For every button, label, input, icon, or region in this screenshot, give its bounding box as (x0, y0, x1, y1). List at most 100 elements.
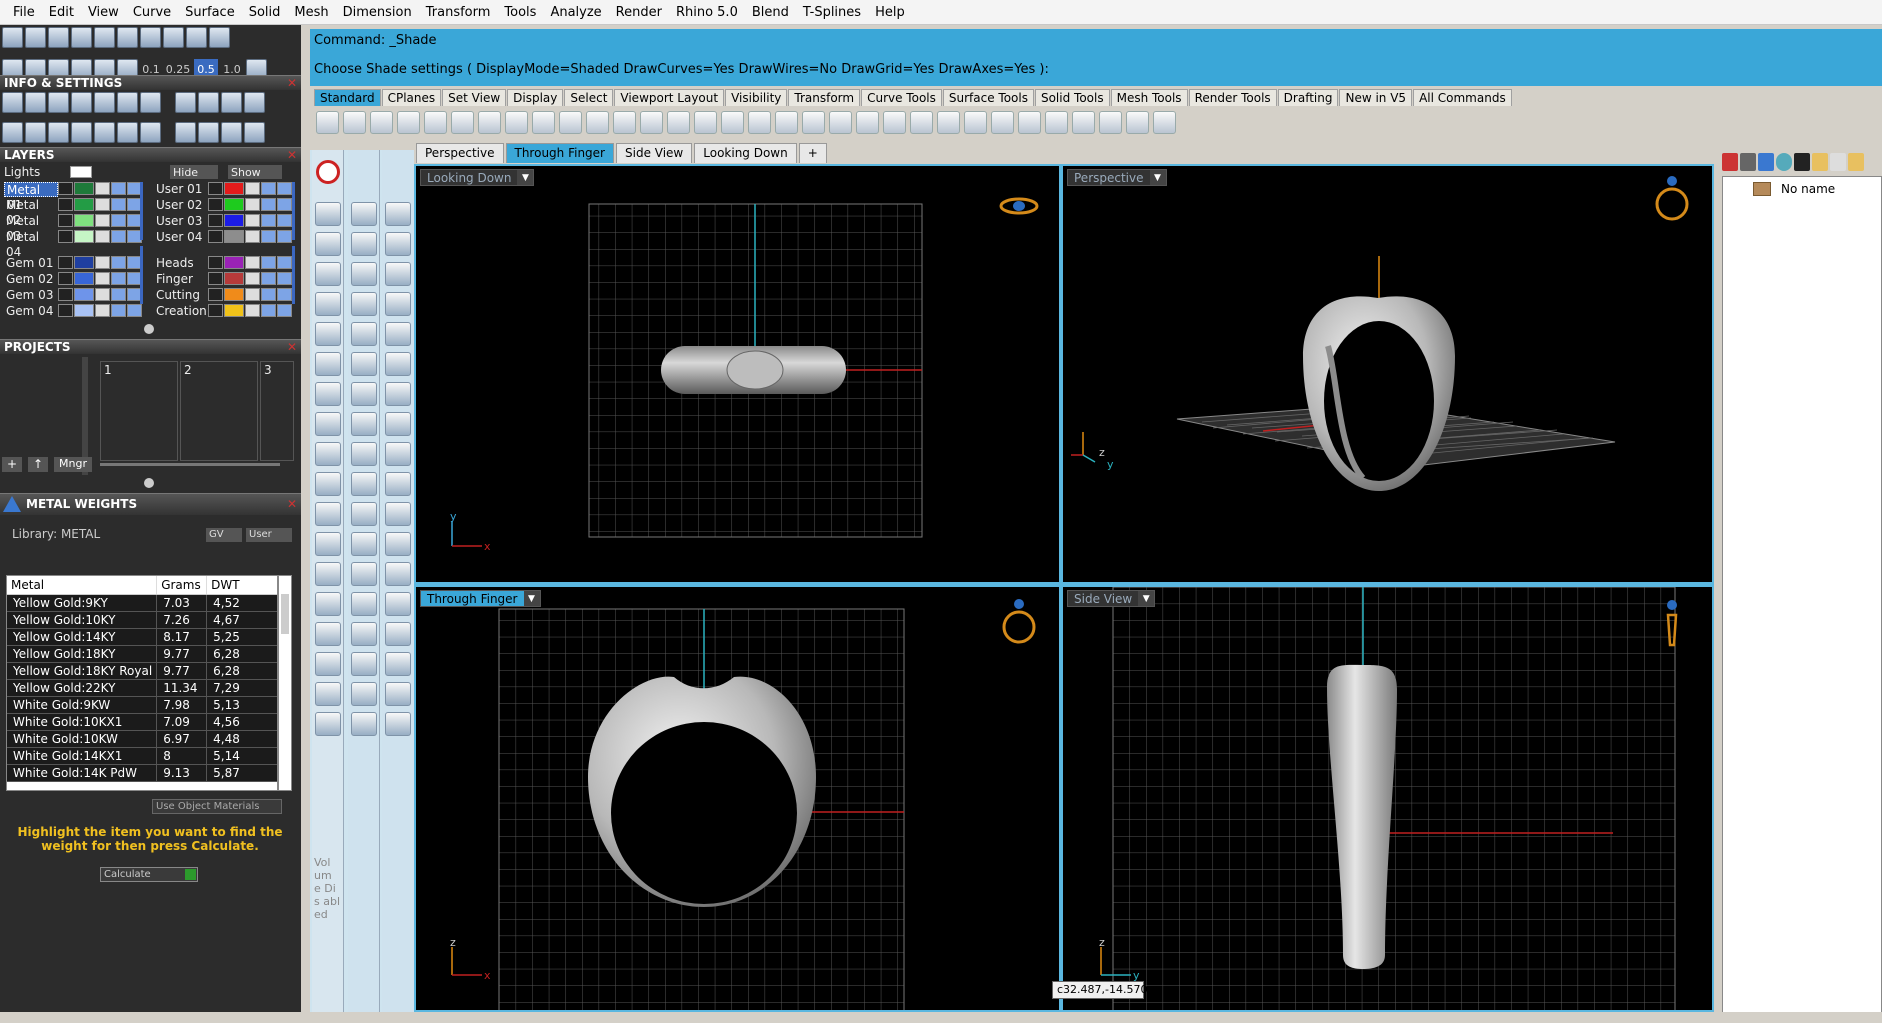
layer-color-swatch[interactable] (74, 288, 94, 301)
table-row[interactable]: Yellow Gold:14KY 8.17 5,25 (7, 628, 277, 646)
toolbar-tab-standard[interactable]: Standard (314, 89, 381, 106)
menu-view[interactable]: View (81, 5, 126, 20)
visibility-icon[interactable] (111, 272, 126, 285)
sweep-icon[interactable] (385, 442, 411, 466)
cube-icon[interactable] (140, 92, 161, 113)
document-icon[interactable] (94, 92, 115, 113)
panel-splitter[interactable] (301, 25, 310, 1023)
polygon-icon[interactable] (385, 262, 411, 286)
plane-icon[interactable] (71, 27, 92, 48)
print-icon[interactable] (397, 110, 420, 134)
expand-arrow-icon[interactable] (208, 256, 223, 269)
toolbar-tab-viewport-layout[interactable]: Viewport Layout (614, 89, 725, 106)
visibility-icon[interactable] (261, 182, 276, 195)
project-slot-1[interactable]: 1 (100, 361, 178, 461)
menu-tsplines[interactable]: T-Splines (796, 5, 868, 20)
scrollbar-thumb[interactable] (281, 594, 289, 634)
calculator-icon[interactable] (140, 122, 161, 143)
export-icon[interactable] (244, 92, 265, 113)
layer-row-heads[interactable]: Heads (152, 256, 302, 271)
orient-icon[interactable] (385, 652, 411, 676)
layers-tab-icon[interactable] (1740, 153, 1756, 171)
lock-icon[interactable] (95, 288, 110, 301)
cursor-icon[interactable] (315, 202, 341, 226)
layer-name[interactable]: Gem 03 (4, 288, 58, 303)
tsplines-icon[interactable] (315, 712, 341, 736)
lights-swatch[interactable] (70, 166, 92, 178)
layer-name[interactable]: Metal 04 (4, 230, 58, 259)
command-prompt[interactable]: Choose Shade settings ( DisplayMode=Shad… (314, 62, 1049, 77)
window-icon[interactable] (209, 27, 230, 48)
expand-arrow-icon[interactable] (208, 288, 223, 301)
spline-icon[interactable] (351, 352, 377, 376)
menu-surface[interactable]: Surface (178, 5, 242, 20)
layer-color-swatch[interactable] (224, 272, 244, 285)
menu-blend[interactable]: Blend (745, 5, 796, 20)
print-toggle-icon[interactable] (127, 304, 142, 317)
snapshot-icon[interactable] (1126, 110, 1149, 134)
blue-sphere-icon[interactable] (1045, 110, 1068, 134)
rendered-sphere-icon[interactable] (1018, 110, 1041, 134)
table-row[interactable]: Yellow Gold:18KY 9.77 6,28 (7, 645, 277, 663)
bookmark-icon[interactable] (1848, 153, 1864, 171)
folder-icon[interactable] (1812, 153, 1828, 171)
layer-row-gem-01[interactable]: Gem 01 (2, 256, 152, 271)
project-slot-3[interactable]: 3 (260, 361, 294, 461)
visibility-icon[interactable] (261, 230, 276, 243)
expand-arrow-icon[interactable] (58, 256, 73, 269)
cube-view-icon[interactable] (315, 352, 341, 376)
layout-icon[interactable] (186, 27, 207, 48)
layer-row-cutting[interactable]: Cutting (152, 288, 302, 303)
menu-render[interactable]: Render (609, 5, 669, 20)
image-icon[interactable] (198, 92, 219, 113)
lightbulb-icon[interactable] (856, 110, 879, 134)
viewport-tab-side-view[interactable]: Side View (616, 143, 693, 163)
toolbar-tab-curve-tools[interactable]: Curve Tools (861, 89, 942, 106)
visibility-icon[interactable] (111, 198, 126, 211)
zoom-extents-icon[interactable] (640, 110, 663, 134)
menu-help[interactable]: Help (868, 5, 912, 20)
toolbar-tab-surface-tools[interactable]: Surface Tools (942, 89, 1034, 106)
layer-row-metal-02[interactable]: Metal 02 (2, 198, 152, 227)
head-icon[interactable] (198, 122, 219, 143)
layer-name[interactable]: User 02 (154, 198, 208, 213)
expand-arrow-icon[interactable] (208, 214, 223, 227)
viewport-label-perspective[interactable]: Perspective ▼ (1067, 169, 1167, 186)
rotate-view-icon[interactable] (586, 110, 609, 134)
arc-icon[interactable] (351, 262, 377, 286)
toolbar-tab-mesh-tools[interactable]: Mesh Tools (1110, 89, 1188, 106)
expand-arrow-icon[interactable] (58, 304, 73, 317)
offset-icon[interactable] (385, 352, 411, 376)
menu-mesh[interactable]: Mesh (287, 5, 335, 20)
four-viewports-icon[interactable] (721, 110, 744, 134)
viewport-perspective[interactable]: z y Perspective ▼ (1062, 165, 1713, 583)
group-icon[interactable] (385, 562, 411, 586)
layer-name[interactable]: Gem 04 (4, 304, 58, 319)
color-wheel-icon[interactable] (964, 110, 987, 134)
cube-iso-icon[interactable] (315, 442, 341, 466)
gallery-icon[interactable] (221, 92, 242, 113)
visibility-icon[interactable] (261, 288, 276, 301)
toolbar-tab-transform[interactable]: Transform (788, 89, 861, 106)
dropdown-icon[interactable]: ▼ (517, 170, 534, 185)
lock-icon[interactable] (95, 272, 110, 285)
column-header-dwt[interactable]: DWT (206, 576, 277, 595)
layer-row-creation[interactable]: Creation (152, 304, 302, 319)
table-row[interactable]: Yellow Gold:22KY 11.34 7,29 (7, 679, 277, 697)
lock-icon[interactable] (95, 256, 110, 269)
select-icon[interactable] (351, 202, 377, 226)
osnap-icon[interactable] (315, 592, 341, 616)
layer-color-swatch[interactable] (224, 214, 244, 227)
project-slot-2[interactable]: 2 (180, 361, 258, 461)
layer-row-finger[interactable]: Finger (152, 272, 302, 287)
layer-row-user-03[interactable]: User 03 (152, 214, 302, 229)
join-icon[interactable] (385, 472, 411, 496)
toolbar-tab-display[interactable]: Display (507, 89, 564, 106)
lock-icon[interactable] (245, 256, 260, 269)
toolbar-tab-render-tools[interactable]: Render Tools (1188, 89, 1277, 106)
copy-icon[interactable] (385, 622, 411, 646)
menu-dimension[interactable]: Dimension (336, 5, 419, 20)
print-toggle-icon[interactable] (277, 230, 292, 243)
paint-icon[interactable] (385, 712, 411, 736)
dropdown-icon[interactable]: ▼ (523, 591, 540, 606)
